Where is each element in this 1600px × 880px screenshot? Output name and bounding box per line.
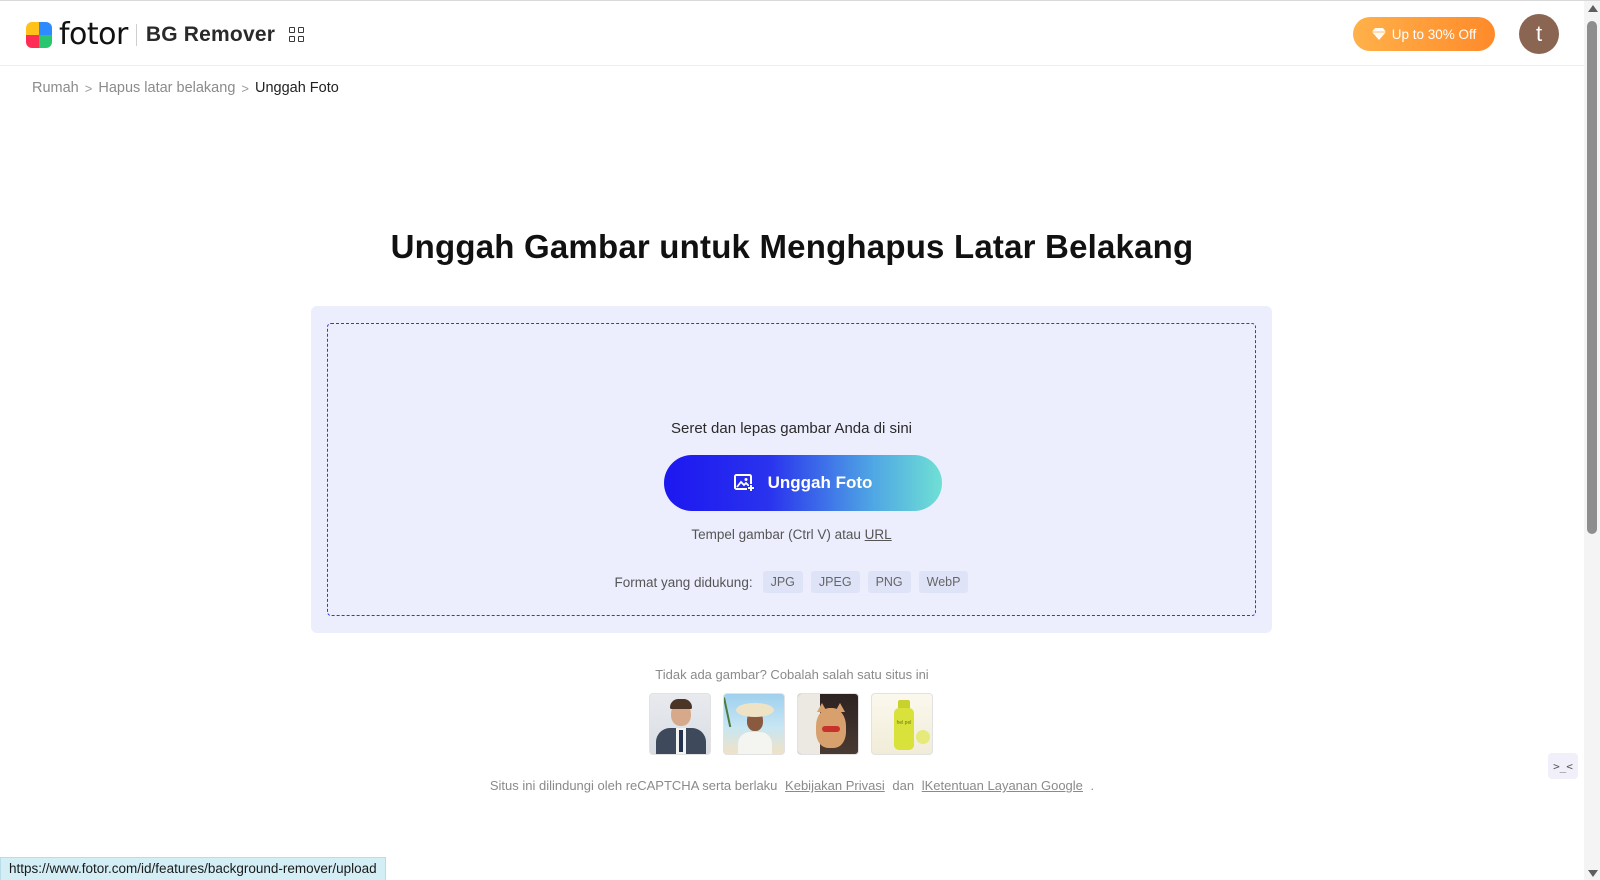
breadcrumb-current: Unggah Foto: [254, 80, 339, 96]
scroll-down-icon[interactable]: [1588, 870, 1598, 877]
formats-label: Format yang didukung:: [614, 574, 753, 590]
dropzone[interactable]: Seret dan lepas gambar Anda di sini Ungg…: [327, 323, 1256, 616]
user-avatar[interactable]: t: [1519, 14, 1559, 54]
page: fotor BG Remover Up to 30% Off t Rumah >…: [0, 0, 1600, 880]
drag-drop-text: Seret dan lepas gambar Anda di sini: [671, 420, 912, 437]
recaptcha-text: Situs ini dilindungi oleh reCAPTCHA sert…: [489, 778, 778, 793]
scroll-thumb[interactable]: [1587, 21, 1597, 534]
promo-label: Up to 30% Off: [1391, 26, 1477, 42]
sample-cat[interactable]: [797, 693, 859, 755]
terms-link[interactable]: lKetentuan Layanan Google: [922, 778, 1083, 793]
scrollbar[interactable]: [1584, 1, 1600, 880]
diamond-icon: [1371, 28, 1386, 40]
url-link[interactable]: URL: [865, 527, 892, 542]
paste-hint-text: Tempel gambar (Ctrl V) atau: [691, 527, 861, 542]
header: fotor BG Remover Up to 30% Off t: [0, 1, 1584, 66]
chevron-right-icon: >: [241, 80, 249, 96]
scroll-up-icon[interactable]: [1588, 5, 1598, 12]
privacy-policy-link[interactable]: Kebijakan Privasi: [785, 778, 885, 793]
image-add-icon: [733, 474, 755, 492]
sample-beach-woman[interactable]: [723, 693, 785, 755]
format-chip: JPEG: [810, 571, 860, 593]
samples-label: Tidak ada gambar? Cobalah salah satu sit…: [655, 667, 929, 682]
recaptcha-end: .: [1090, 778, 1095, 793]
logo[interactable]: fotor BG Remover: [26, 20, 275, 50]
apps-grid-icon[interactable]: [289, 27, 304, 42]
supported-formats: Format yang didukung: JPG JPEG PNG WebP: [328, 571, 1255, 593]
page-title: Unggah Gambar untuk Menghapus Latar Bela…: [390, 228, 1194, 265]
upload-photo-button[interactable]: Unggah Foto: [664, 455, 942, 511]
paste-hint: Tempel gambar (Ctrl V) atau URL: [328, 527, 1255, 542]
sample-man[interactable]: [649, 693, 711, 755]
chevron-right-icon: >: [84, 80, 93, 96]
logo-divider: [135, 24, 137, 46]
breadcrumb-home[interactable]: Rumah: [32, 80, 79, 96]
fotor-logo-icon: [26, 22, 52, 48]
recaptcha-connector: dan: [892, 778, 915, 793]
sample-images: hel pel: [649, 693, 933, 755]
status-bar-url: https://www.fotor.com/id/features/backgr…: [0, 857, 386, 880]
sample-bottle[interactable]: hel pel: [871, 693, 933, 755]
promo-button[interactable]: Up to 30% Off: [1353, 17, 1495, 51]
format-chip: WebP: [918, 571, 969, 593]
logo-text: fotor: [59, 17, 128, 52]
breadcrumb-remove-bg[interactable]: Hapus latar belakang: [98, 80, 235, 96]
upload-button-label: Unggah Foto: [767, 473, 873, 492]
bottle-label: hel pel: [896, 720, 912, 726]
side-widget[interactable]: >_<: [1548, 753, 1578, 779]
format-chip: JPG: [762, 571, 803, 593]
upload-panel: Seret dan lepas gambar Anda di sini Ungg…: [311, 306, 1272, 633]
format-chip: PNG: [867, 571, 911, 593]
recaptcha-notice: Situs ini dilindungi oleh reCAPTCHA sert…: [0, 778, 1584, 793]
breadcrumb: Rumah > Hapus latar belakang > Unggah Fo…: [32, 80, 339, 96]
product-name: BG Remover: [145, 23, 276, 46]
